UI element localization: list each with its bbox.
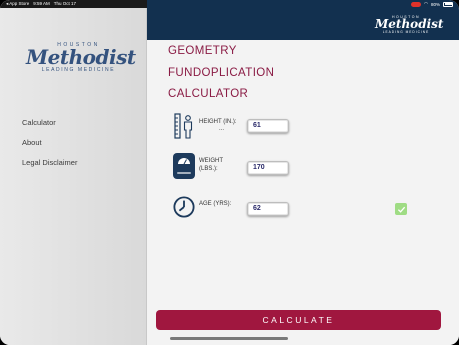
title-line-1: GEOMETRY (168, 45, 237, 57)
weight-label-line-1: WEIGHT (199, 158, 223, 164)
weight-input[interactable]: 170 (247, 161, 289, 175)
title-line-2: FUNDOPLICATION (168, 66, 275, 79)
weight-label-line-2: (LBS.): (199, 166, 218, 172)
height-measure-icon (174, 113, 193, 139)
header-logo-tagline: LEADING MEDICINE (382, 30, 430, 34)
status-date: Thu Oct 17 (53, 1, 77, 6)
age-input[interactable]: 62 (247, 202, 289, 216)
recording-indicator-icon (411, 1, 422, 7)
home-indicator[interactable] (170, 337, 288, 340)
header-logo: HOUSTON Methodist LEADING MEDICINE (375, 15, 444, 34)
sidebar-item-legal-disclaimer[interactable]: Legal Disclaimer (22, 158, 77, 178)
status-bar: ◂ App Store 9:59 AM Thu Oct 17 ◠ 80% (0, 0, 459, 8)
status-time: 9:59 AM (33, 1, 50, 6)
sidebar-item-about[interactable]: About (22, 138, 77, 158)
app-screen: ◂ App Store 9:59 AM Thu Oct 17 ◠ 80% HOU… (0, 0, 459, 345)
clock-icon (173, 196, 195, 218)
battery-icon (443, 1, 453, 7)
wifi-icon: ◠ (424, 1, 428, 6)
scale-icon (173, 153, 195, 179)
age-label: AGE (YRS): (199, 201, 232, 207)
page-title: GEOMETRY FUNDOPLICATION CALCULATOR (168, 44, 274, 109)
calculator-panel: GEOMETRY FUNDOPLICATION CALCULATOR HEIGH… (147, 40, 459, 345)
sidebar-item-calculator[interactable]: Calculator (22, 118, 77, 138)
height-label-ellipsis: ... (219, 126, 225, 132)
back-to-app-link[interactable]: ◂ App Store (6, 1, 29, 7)
calculate-button[interactable]: CALCULATE (156, 310, 441, 330)
sidebar: HOUSTON Methodist LEADING MEDICINE Calcu… (0, 0, 147, 345)
sidebar-logo: HOUSTON Methodist LEADING MEDICINE (26, 42, 136, 73)
title-line-3: CALCULATOR (168, 88, 249, 100)
logo-name: Methodist (26, 45, 136, 69)
sidebar-nav: Calculator About Legal Disclaimer (22, 118, 77, 178)
battery-percent: 80% (430, 1, 440, 7)
check-icon (397, 206, 405, 213)
header-logo-name: Methodist (375, 17, 444, 31)
height-input[interactable]: 61 (247, 119, 289, 133)
height-label: HEIGHT (IN.): (199, 119, 237, 125)
confirm-checkbox[interactable] (395, 203, 407, 215)
